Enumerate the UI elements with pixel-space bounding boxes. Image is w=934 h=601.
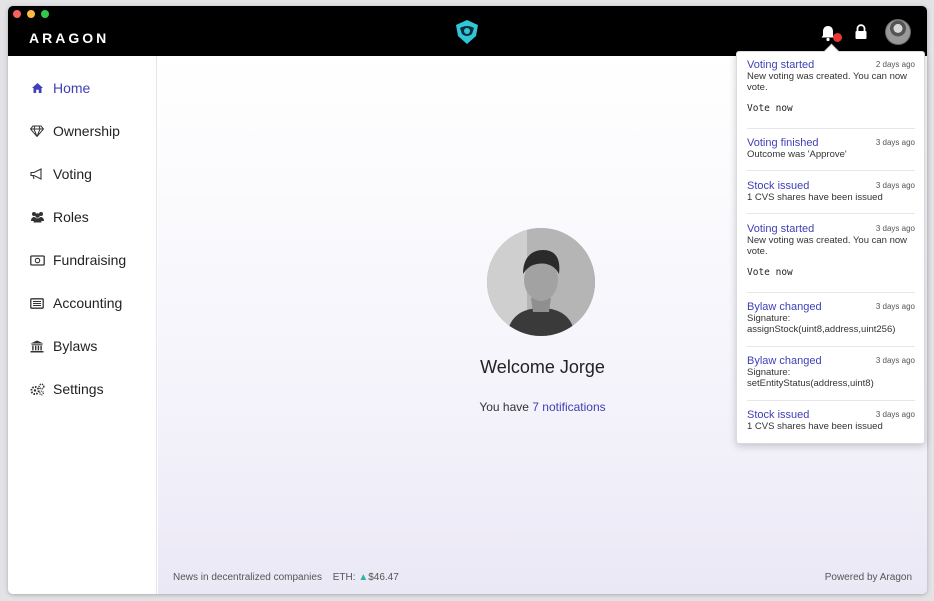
notification-item[interactable]: Bylaw changed 3 days ago Signature: setE…: [747, 355, 915, 401]
vote-now-button[interactable]: Vote now: [747, 103, 915, 114]
notification-item[interactable]: Stock issued 3 days ago 1 CVS shares hav…: [747, 180, 915, 214]
close-window-button[interactable]: [13, 10, 21, 18]
brand-logo-text: ARAGON: [29, 30, 110, 46]
notification-item[interactable]: Voting finished 3 days ago Outcome was '…: [747, 137, 915, 171]
vote-now-button[interactable]: Vote now: [747, 267, 915, 278]
powered-by: Powered by Aragon: [824, 572, 912, 583]
notification-item[interactable]: Bylaw changed 3 days ago Signature: assi…: [747, 301, 915, 347]
minimize-window-button[interactable]: [27, 10, 35, 18]
user-avatar-button[interactable]: [885, 19, 911, 45]
notification-item[interactable]: Voting started 3 days ago New voting was…: [747, 223, 915, 293]
lock-icon[interactable]: [854, 24, 868, 40]
diamond-icon: [29, 123, 45, 139]
profile-photo: [487, 228, 595, 336]
notifications-dropdown: Voting started 2 days ago New voting was…: [736, 51, 925, 444]
gears-icon: [29, 381, 45, 397]
notifications-link[interactable]: 7 notifications: [532, 400, 605, 414]
title-bar: ARAGON: [8, 6, 927, 56]
sidebar: Home Ownership Voting Roles Fundraising: [8, 56, 157, 594]
sidebar-item-accounting[interactable]: Accounting: [8, 288, 157, 318]
notification-item[interactable]: Voting started 2 days ago New voting was…: [747, 59, 915, 129]
unread-indicator: [833, 33, 842, 42]
sidebar-item-bylaws[interactable]: Bylaws: [8, 331, 157, 361]
news-link[interactable]: News in decentralized companies: [173, 572, 322, 583]
sidebar-item-ownership[interactable]: Ownership: [8, 116, 157, 146]
bank-icon: [29, 338, 45, 354]
money-icon: [29, 252, 45, 268]
eth-label: ETH:: [332, 572, 356, 583]
zoom-window-button[interactable]: [41, 10, 49, 18]
sidebar-item-fundraising[interactable]: Fundraising: [8, 245, 157, 275]
megaphone-icon: [29, 166, 45, 182]
notification-item[interactable]: Stock issued 3 days ago 1 CVS shares hav…: [747, 409, 915, 439]
home-icon: [29, 80, 45, 96]
sidebar-item-home[interactable]: Home: [8, 73, 157, 103]
sidebar-item-roles[interactable]: Roles: [8, 202, 157, 232]
footer-news: News in decentralized companies ETH: ▲$4…: [173, 572, 399, 583]
sidebar-item-voting[interactable]: Voting: [8, 159, 157, 189]
price-up-arrow-icon: ▲: [358, 572, 369, 583]
users-icon: [29, 209, 45, 225]
ledger-icon: [29, 295, 45, 311]
sidebar-item-settings[interactable]: Settings: [8, 374, 157, 404]
eth-price: $46.47: [368, 572, 399, 583]
aragon-logo-icon[interactable]: [454, 19, 480, 45]
